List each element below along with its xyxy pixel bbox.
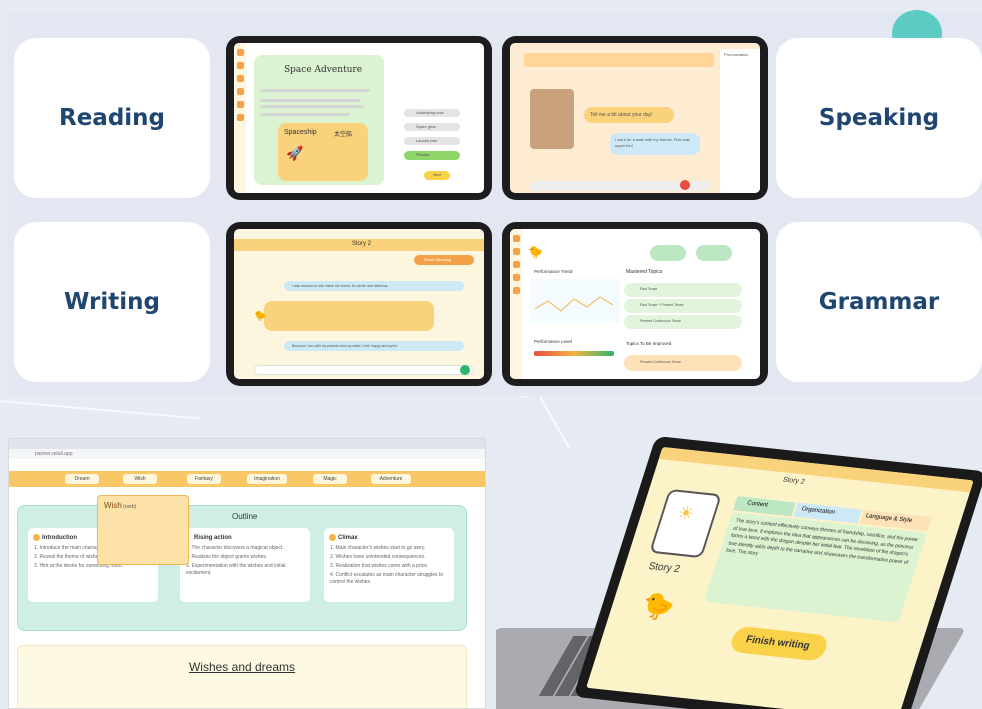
- writing-screen: Story 2 Finish Revising I was amazed to …: [234, 229, 484, 379]
- nav-item[interactable]: Wish: [123, 474, 157, 484]
- writing-tablet: Story 2 Finish Revising I was amazed to …: [226, 222, 492, 386]
- reply-bubble: I went for a walk with my friends. Fido …: [610, 133, 700, 155]
- story-label: Story 2: [647, 560, 682, 576]
- next-button[interactable]: Next: [424, 171, 450, 180]
- chat-bubble: I was amazed to see inside the forest, i…: [284, 281, 464, 291]
- bird-icon: 🐤: [638, 589, 679, 623]
- performance-trend-title: Performance Trend: [534, 269, 573, 274]
- improve-row: Present Continuous Tense: [624, 355, 742, 371]
- laptop-screen: Story 2 ☀ Story 2 Content Organization L…: [586, 446, 974, 709]
- mastered-topics-title: Mastered Topics: [626, 269, 663, 275]
- nav-item[interactable]: Dream: [65, 474, 99, 484]
- header-bar: [658, 446, 974, 493]
- trend-chart: [530, 279, 620, 323]
- laptop: Story 2 ☀ Story 2 Content Organization L…: [496, 436, 982, 709]
- outline-title: Outline: [232, 512, 258, 521]
- rocket-icon: 🚀: [286, 145, 304, 161]
- pronunciation-title: Pronunciation: [724, 52, 749, 57]
- side-panel: Pronunciation: [720, 49, 760, 193]
- nav-item[interactable]: Adventure: [371, 474, 411, 484]
- stat-badge: [650, 245, 686, 261]
- chat-bubble: Because I am with my parents and my sist…: [284, 341, 464, 351]
- popup-pos: (verb): [123, 504, 137, 510]
- mic-button[interactable]: [680, 180, 690, 190]
- topic-row: Present Continuous Tense: [624, 315, 742, 329]
- topic-row: Past Tense + Present Tense: [624, 299, 742, 313]
- bird-icon: 🐤: [528, 245, 543, 259]
- prompt-bubble: Tell me a bit about your day!: [584, 107, 674, 123]
- writing-label: Writing: [64, 289, 160, 315]
- browser-tabs: [9, 439, 485, 449]
- popup-word: Wish: [104, 501, 122, 510]
- outline-column: Climax 1. Main character's wishes start …: [324, 528, 454, 602]
- app-sidebar: [510, 229, 522, 379]
- performance-level-title: Performance Level: [534, 339, 572, 344]
- grammar-card: Grammar: [776, 222, 982, 382]
- assistant-bubble: [264, 301, 434, 331]
- essay-panel: Wishes and dreams: [17, 645, 467, 708]
- reading-card: Reading: [14, 38, 210, 198]
- answer-option[interactable]: Spare gear: [404, 123, 460, 131]
- kangaroo-avatar: [530, 89, 574, 149]
- bg-line: [0, 400, 200, 420]
- essay-title: Wishes and dreams: [188, 660, 296, 674]
- reading-label: Reading: [58, 105, 165, 131]
- app-sidebar: [234, 43, 246, 193]
- browser-window: partner.retail.app Dream Wish Fantasy Im…: [8, 438, 486, 709]
- speaking-screen: Pronunciation Tell me a bit about your d…: [510, 43, 760, 193]
- stat-badge: [696, 245, 732, 261]
- bird-icon: 🐤: [254, 311, 267, 322]
- topic-tabs: [524, 53, 714, 67]
- nav-item[interactable]: Fantasy: [187, 474, 221, 484]
- address-bar[interactable]: partner.retail.app: [9, 449, 485, 459]
- grammar-screen: 🐤 Performance Trend Performance Level Ma…: [510, 229, 760, 379]
- grammar-label: Grammar: [818, 289, 940, 315]
- writing-card: Writing: [14, 222, 210, 382]
- send-button[interactable]: [460, 365, 470, 375]
- story-title: Story 2: [781, 476, 806, 486]
- story-title: Space Adventure: [284, 65, 363, 75]
- speaking-label: Speaking: [818, 105, 940, 131]
- topic-row: Past Tense: [624, 283, 742, 297]
- reading-tablet: Space Adventure Spaceship 太空船 🚀 Underlyi…: [226, 36, 492, 200]
- level-bar: [534, 351, 614, 356]
- story-title: Story 2: [352, 241, 372, 247]
- header-bar: Story 2: [234, 239, 484, 251]
- outline-column: Rising action 1. The character discovers…: [180, 528, 310, 602]
- outline-panel: Outline Introduction 1. Introduce the ma…: [17, 505, 467, 631]
- finish-revising-button[interactable]: Finish Revising: [414, 255, 474, 265]
- nav-item[interactable]: Imagination: [247, 474, 287, 484]
- word-popup: Spaceship 太空船 🚀: [278, 123, 368, 181]
- feedback-panel: The story's content effectively conveys …: [703, 512, 927, 623]
- finish-writing-button[interactable]: Finish writing: [728, 625, 830, 662]
- app-header: [9, 459, 485, 471]
- answer-option[interactable]: Underlying cost: [404, 109, 460, 117]
- grammar-tablet: 🐤 Performance Trend Performance Level Ma…: [502, 222, 768, 386]
- message-input[interactable]: [254, 365, 474, 375]
- feedback-text: The story's content effectively conveys …: [725, 517, 919, 566]
- speaking-card: Speaking: [776, 38, 982, 198]
- answer-option[interactable]: Launch pad: [404, 137, 460, 145]
- speaking-tablet: Pronunciation Tell me a bit about your d…: [502, 36, 768, 200]
- nav-bar: Dream Wish Fantasy Imagination Magic Adv…: [9, 471, 485, 487]
- popup-word: Spaceship: [284, 129, 317, 136]
- reading-screen: Space Adventure Spaceship 太空船 🚀 Underlyi…: [234, 43, 484, 193]
- nav-item[interactable]: Magic: [313, 474, 347, 484]
- topics-to-improve-title: Topics To Be Improved: [626, 341, 672, 346]
- laptop-lid: Story 2 ☀ Story 2 Content Organization L…: [573, 436, 982, 709]
- word-definition-popup: Wish (verb): [97, 495, 189, 565]
- answer-option-selected[interactable]: Planets: [404, 151, 460, 160]
- popup-translation: 太空船: [334, 132, 353, 138]
